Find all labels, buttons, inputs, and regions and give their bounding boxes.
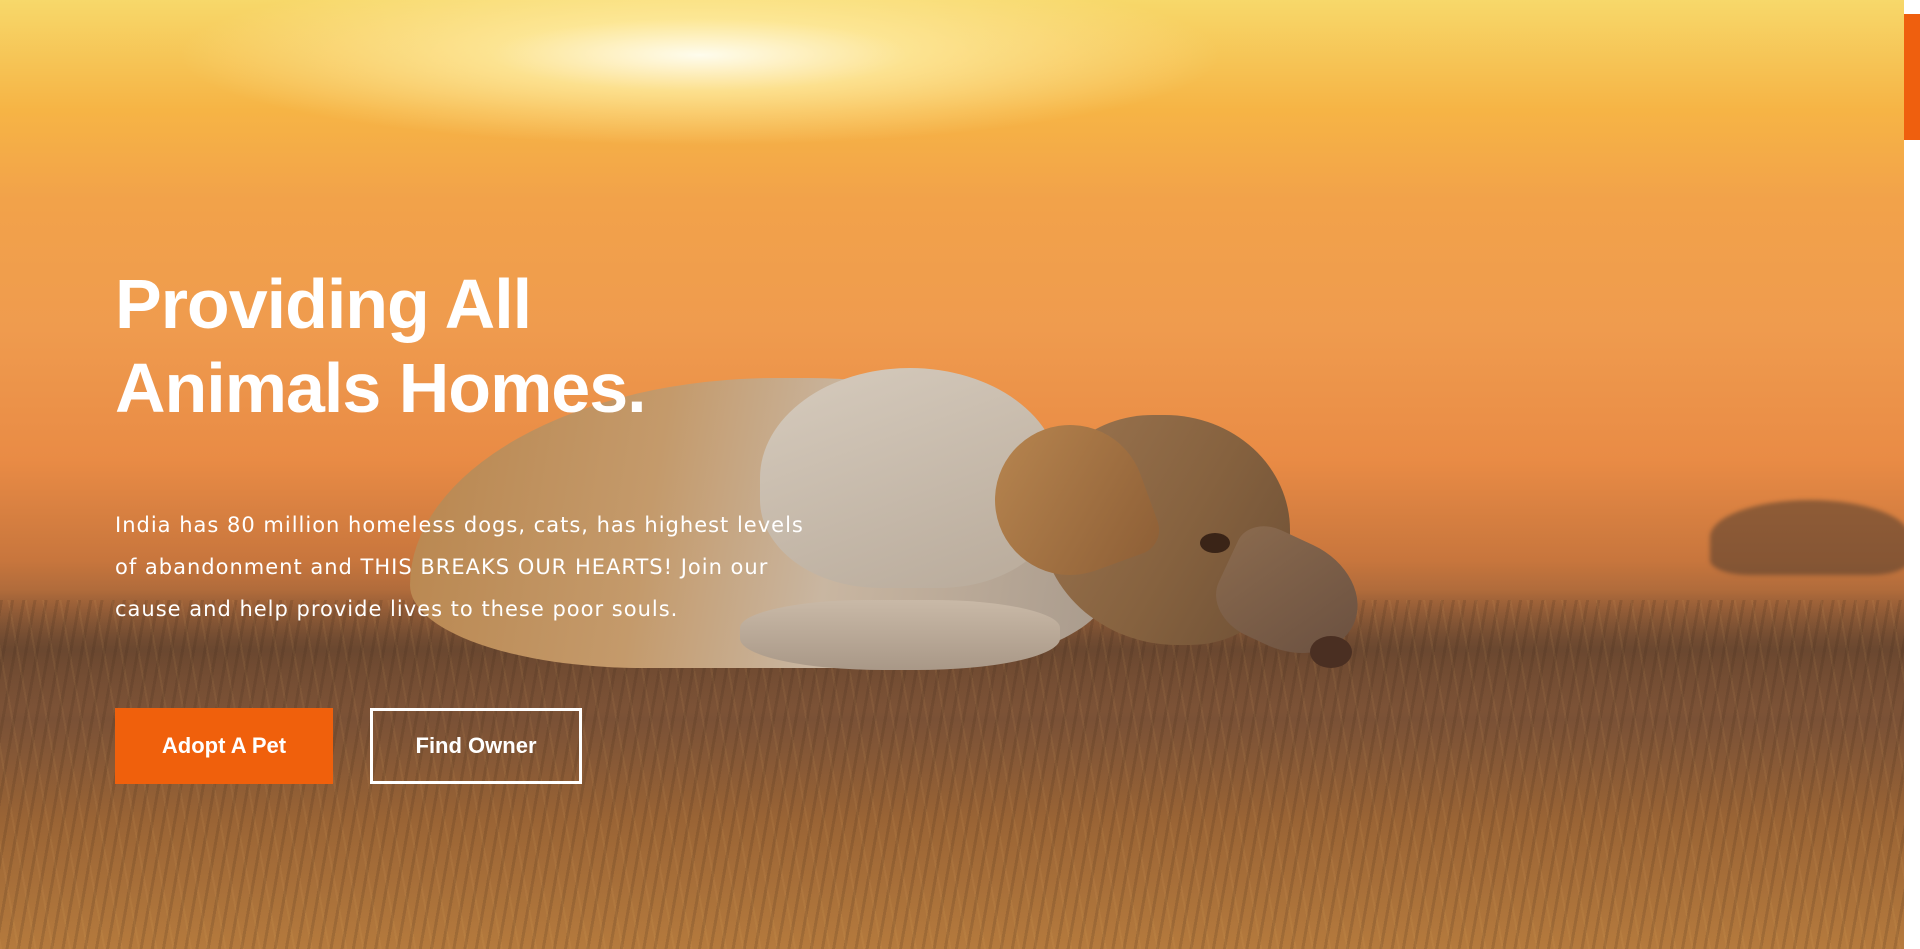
hero-background-image	[0, 0, 1904, 949]
hero-buttons: Adopt A Pet Find Owner	[115, 708, 582, 784]
hero-description: India has 80 million homeless dogs, cats…	[115, 513, 804, 621]
background-rock	[1710, 500, 1904, 575]
adopt-a-pet-button[interactable]: Adopt A Pet	[115, 708, 333, 784]
find-owner-button[interactable]: Find Owner	[370, 708, 582, 784]
page-scrollbar[interactable]	[1904, 0, 1920, 949]
hero-headline-line-2: Animals Homes.	[115, 349, 647, 427]
hero-headline-line-1: Providing All	[115, 265, 532, 343]
dog-eye	[1200, 533, 1230, 553]
page-scrollbar-thumb[interactable]	[1904, 14, 1920, 140]
hero-headline: Providing All Animals Homes.	[115, 262, 815, 430]
hero-content: Providing All Animals Homes. India has 8…	[115, 262, 815, 784]
dog-ear	[973, 403, 1167, 597]
